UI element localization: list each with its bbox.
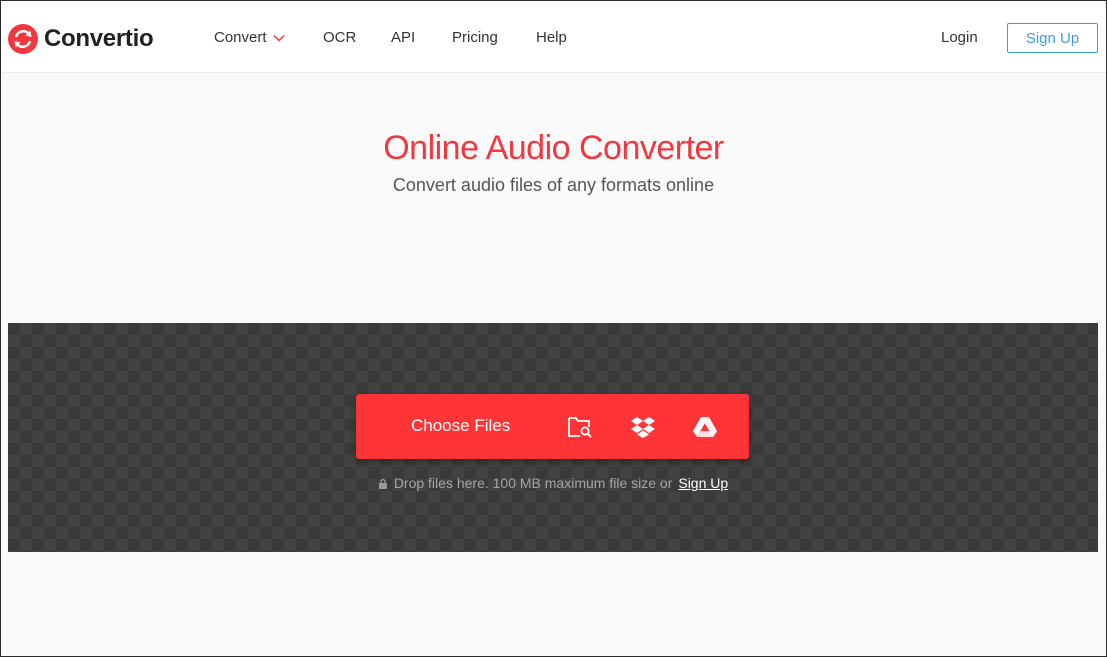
nav-item-label: OCR [323,29,357,46]
chevron-down-icon [273,34,285,42]
nav-item-label: API [391,29,416,46]
choose-files-button[interactable]: Choose Files [411,416,510,436]
site-header: Convertio Convert OCR API Pricing Help L [2,2,1106,73]
browser-frame: Convertio Convert OCR API Pricing Help L [0,0,1107,657]
page-title: Online Audio Converter [383,129,724,167]
page-subtitle: Convert audio files of any formats onlin… [392,175,715,195]
nav-item-api[interactable]: API [391,29,415,46]
upload-button-group: Choose Files [356,394,749,459]
dropbox-icon[interactable] [629,413,657,441]
drop-hint-text: Drop files here. 100 MB maximum file siz… [393,475,673,491]
signup-link[interactable]: Sign Up [678,475,728,491]
nav-item-ocr[interactable]: OCR [323,29,356,46]
nav-item-help[interactable]: Help [536,29,567,46]
login-link[interactable]: Login [941,29,978,46]
drop-hint: Drop files here. 100 MB maximum file siz… [8,475,1098,491]
nav-item-label: Help [536,29,567,46]
file-drop-zone[interactable]: Choose Files Drop files here. 100 MB max… [8,323,1098,552]
google-drive-icon[interactable] [691,413,719,441]
nav-item-label: Convert [214,29,267,46]
nav-item-convert[interactable]: Convert [214,29,285,46]
folder-search-icon[interactable] [566,413,594,441]
nav-item-pricing[interactable]: Pricing [452,29,498,46]
lock-icon [378,478,387,489]
signup-button[interactable]: Sign Up [1007,23,1098,53]
nav-item-label: Pricing [452,29,498,46]
